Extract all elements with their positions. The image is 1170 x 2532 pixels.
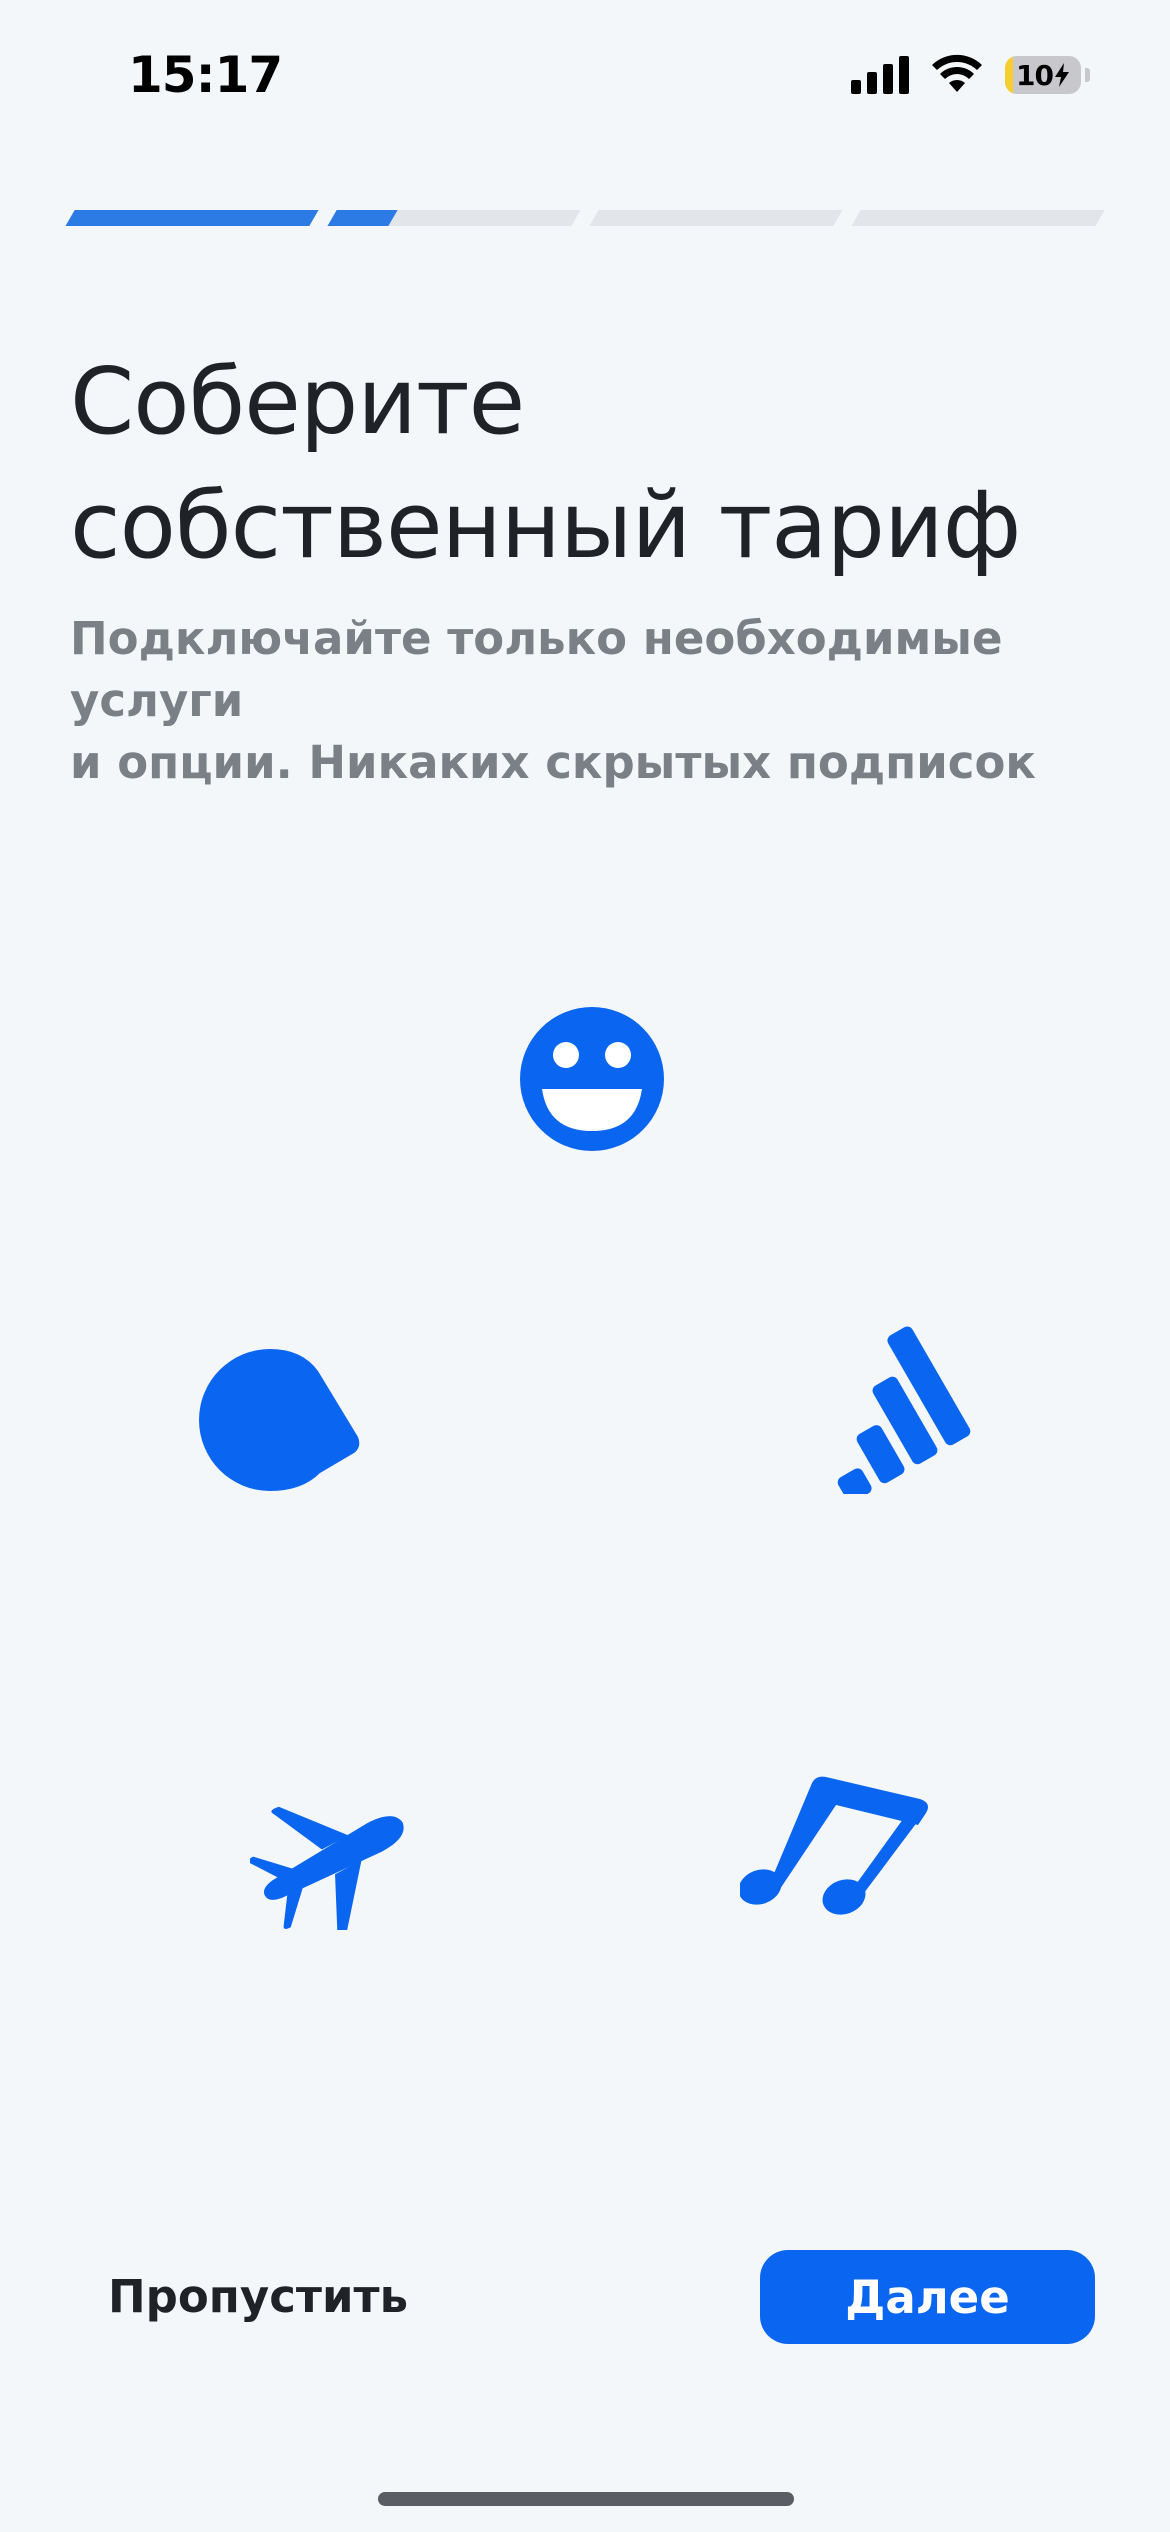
skip-button[interactable]: Пропустить xyxy=(108,2270,408,2323)
progress-segment-4 xyxy=(851,210,1105,226)
signal-bars-icon xyxy=(806,1318,978,1494)
onboarding-progress xyxy=(65,210,1105,228)
battery-charging-icon: 10 xyxy=(1005,56,1081,94)
progress-fill-4 xyxy=(851,210,861,226)
progress-fill-2 xyxy=(327,210,398,226)
cellular-signal-icon xyxy=(851,56,909,94)
status-icons: 10 xyxy=(851,50,1090,100)
battery-level: 10 xyxy=(1016,58,1054,92)
title-line-1: Соберите xyxy=(70,348,525,455)
airplane-icon xyxy=(250,1790,415,1930)
smile-icon xyxy=(518,1005,666,1153)
subtitle-line-1: Подключайте только необходимые услуги xyxy=(70,612,1003,727)
progress-segment-1 xyxy=(65,210,319,226)
status-time: 15:17 xyxy=(128,46,283,104)
subtitle-line-2: и опции. Никаких скрытых подписок xyxy=(70,736,1036,789)
battery-cap xyxy=(1085,68,1090,82)
battery-fill xyxy=(1005,56,1013,94)
title-line-2: собственный тариф xyxy=(70,472,1021,579)
bolt-icon xyxy=(1054,63,1069,87)
progress-fill-3 xyxy=(589,210,599,226)
wifi-icon xyxy=(931,54,983,96)
next-button[interactable]: Далее xyxy=(760,2250,1095,2344)
progress-fill-1 xyxy=(65,210,319,226)
chat-bubble-icon xyxy=(198,1345,368,1495)
page-title: Соберите собственный тариф xyxy=(70,340,1100,588)
progress-segment-3 xyxy=(589,210,843,226)
status-bar: 15:17 10 xyxy=(0,0,1170,150)
page-subtitle: Подключайте только необходимые услуги и … xyxy=(70,608,1100,794)
home-indicator[interactable] xyxy=(378,2492,794,2506)
progress-segment-2 xyxy=(327,210,581,226)
music-note-icon xyxy=(740,1775,935,1920)
